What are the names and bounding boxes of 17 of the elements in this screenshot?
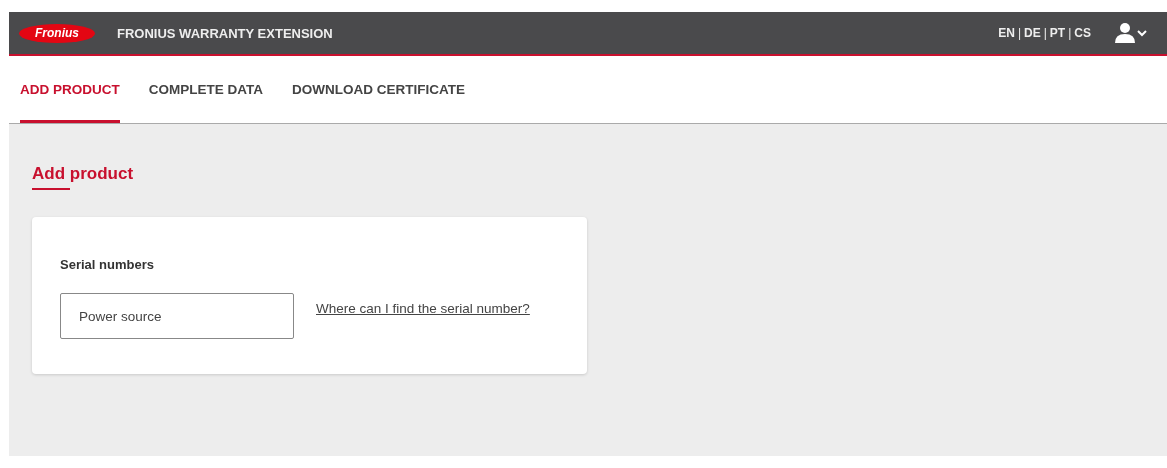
tab[interactable]: COMPLETE DATA [148, 56, 263, 123]
separator: | [1068, 26, 1072, 40]
language-link[interactable]: PT [1049, 26, 1066, 40]
user-icon [1115, 23, 1149, 43]
page-title: Add product [32, 164, 134, 190]
input-field[interactable]: Power source [60, 293, 294, 339]
user-menu-button[interactable] [1115, 23, 1149, 43]
language-link[interactable]: EN [998, 26, 1015, 40]
logo[interactable]: Fronius [19, 23, 95, 43]
app-title: FRONIUS WARRANTY EXTENSION [117, 25, 333, 41]
section-heading: Serial numbers [60, 257, 155, 272]
help-link[interactable]: Where can I find the serial number? [316, 301, 530, 316]
separator: | [1043, 26, 1047, 40]
separator: | [1017, 26, 1022, 40]
language-link[interactable]: CS [1074, 26, 1091, 40]
language-link[interactable]: DE [1024, 26, 1041, 40]
tab[interactable]: DOWNLOAD CERTIFICATE [292, 56, 465, 123]
